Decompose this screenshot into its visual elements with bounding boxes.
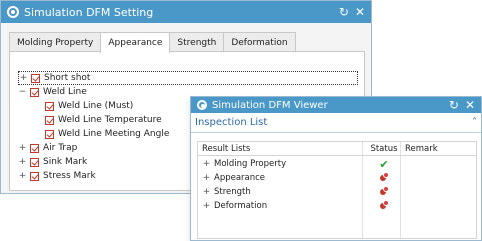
column-header-result-lists[interactable]: Result Lists xyxy=(202,144,250,154)
tree-item-label: Sink Mark xyxy=(43,157,88,167)
expand-icon[interactable]: + xyxy=(19,73,28,83)
tab-molding-property[interactable]: Molding Property xyxy=(9,32,102,52)
row-label: Strength xyxy=(214,187,251,197)
tree-item-weld-line-meeting-angle[interactable]: Weld Line Meeting Angle xyxy=(45,127,169,141)
setting-titlebar[interactable]: Simulation DFM Setting ↻ ✕ xyxy=(1,1,371,23)
refresh-button[interactable]: ↻ xyxy=(449,99,459,111)
tree-item-label: Air Trap xyxy=(43,143,78,153)
result-grid: Result Lists Status Remark + Molding Pro… xyxy=(197,141,477,239)
expand-icon[interactable]: + xyxy=(18,157,27,167)
tree-item-label: Weld Line Meeting Angle xyxy=(58,129,170,139)
tree-item-label: Weld Line Temperature xyxy=(58,115,162,125)
close-button[interactable]: ✕ xyxy=(355,6,365,18)
expand-icon[interactable]: + xyxy=(18,143,27,153)
setting-title: Simulation DFM Setting xyxy=(24,5,154,19)
checkbox-checked-icon[interactable] xyxy=(45,101,54,111)
tree-item-weld-line-temperature[interactable]: Weld Line Temperature xyxy=(45,113,162,127)
expand-icon[interactable]: + xyxy=(202,159,211,169)
checkbox-checked-icon[interactable] xyxy=(30,157,39,167)
row-name: + Strength xyxy=(202,187,251,197)
row-name: + Appearance xyxy=(202,173,265,183)
row-name: + Molding Property xyxy=(202,159,286,169)
status-cell xyxy=(368,172,400,184)
checkbox-checked-icon[interactable] xyxy=(31,73,40,83)
column-header-status[interactable]: Status xyxy=(368,144,400,154)
status-cell xyxy=(368,186,400,198)
inspection-list-header[interactable]: Inspection List ˄ xyxy=(191,113,481,133)
tab-deformation[interactable]: Deformation xyxy=(223,32,296,52)
status-cell: ✔ xyxy=(368,158,400,171)
gear-icon xyxy=(197,100,207,110)
tree-item-short-shot[interactable]: + Short shot xyxy=(18,71,358,85)
tree-item-weld-line[interactable]: − Weld Line xyxy=(18,85,87,99)
tree-item-label: Short shot xyxy=(44,73,91,83)
viewer-titlebar[interactable]: Simulation DFM Viewer ↻ ✕ xyxy=(191,97,481,113)
tree-item-label: Stress Mark xyxy=(43,171,96,181)
collapse-icon[interactable]: − xyxy=(18,87,27,97)
gear-icon xyxy=(7,6,19,18)
expand-icon[interactable]: + xyxy=(202,173,211,183)
warning-icon xyxy=(379,186,389,195)
checkbox-checked-icon[interactable] xyxy=(30,87,39,97)
tree-item-label: Weld Line xyxy=(43,87,87,97)
viewer-title: Simulation DFM Viewer xyxy=(212,99,328,111)
row-name: + Deformation xyxy=(202,201,267,211)
setting-tabs: Molding Property Appearance Strength Def… xyxy=(9,32,296,53)
row-label: Molding Property xyxy=(214,159,287,169)
expand-icon[interactable]: + xyxy=(18,171,27,181)
section-title: Inspection List xyxy=(195,117,268,128)
check-icon: ✔ xyxy=(379,157,389,171)
dfm-viewer-dialog: Simulation DFM Viewer ↻ ✕ Inspection Lis… xyxy=(190,96,482,241)
checkbox-checked-icon[interactable] xyxy=(45,129,54,139)
warning-icon xyxy=(379,200,389,209)
checkbox-checked-icon[interactable] xyxy=(45,115,54,125)
tab-appearance[interactable]: Appearance xyxy=(100,32,171,53)
tree-item-weld-line-must[interactable]: Weld Line (Must) xyxy=(45,99,133,113)
close-button[interactable]: ✕ xyxy=(465,99,475,111)
refresh-button[interactable]: ↻ xyxy=(339,6,349,18)
tree-item-stress-mark[interactable]: + Stress Mark xyxy=(18,169,96,183)
expand-icon[interactable]: + xyxy=(202,201,211,211)
tree-item-air-trap[interactable]: + Air Trap xyxy=(18,141,78,155)
tree-item-sink-mark[interactable]: + Sink Mark xyxy=(18,155,87,169)
status-cell xyxy=(368,200,400,212)
table-row[interactable]: + Molding Property ✔ xyxy=(198,157,476,171)
row-label: Deformation xyxy=(214,201,268,211)
chevron-up-icon[interactable]: ˄ xyxy=(472,117,477,128)
row-label: Appearance xyxy=(214,173,266,183)
table-row[interactable]: + Strength xyxy=(198,185,476,199)
tab-strength[interactable]: Strength xyxy=(169,32,225,52)
checkbox-checked-icon[interactable] xyxy=(30,171,39,181)
grid-header-row: Result Lists Status Remark xyxy=(198,142,476,156)
tree-item-label: Weld Line (Must) xyxy=(58,101,134,111)
column-header-remark[interactable]: Remark xyxy=(405,144,438,154)
table-row[interactable]: + Deformation xyxy=(198,199,476,213)
expand-icon[interactable]: + xyxy=(202,187,211,197)
checkbox-checked-icon[interactable] xyxy=(30,143,39,153)
warning-icon xyxy=(379,172,389,181)
table-row[interactable]: + Appearance xyxy=(198,171,476,185)
